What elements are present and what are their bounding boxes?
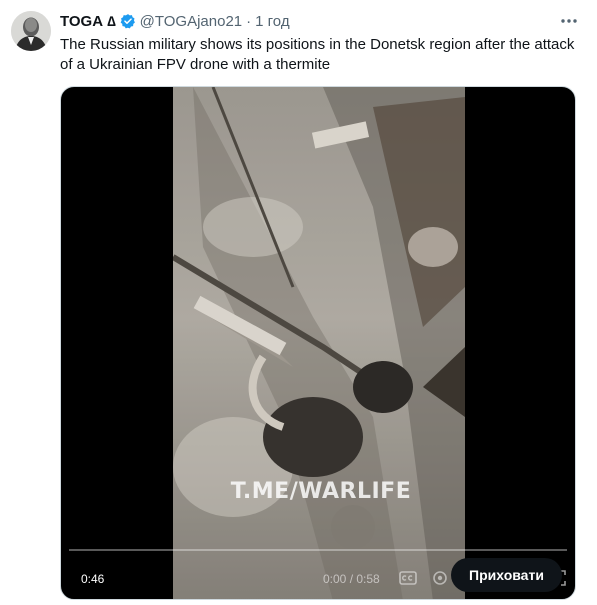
- tweet-header: TOGA ∆ @TOGAjano21 · 1 год: [60, 11, 290, 31]
- more-options-button[interactable]: [558, 10, 580, 32]
- video-frame[interactable]: [173, 87, 465, 600]
- verified-badge-icon: [120, 14, 135, 29]
- captions-icon[interactable]: [397, 567, 419, 589]
- video-player[interactable]: T.ME/WARLIFE 0:46 0:00 / 0:58 Приховати: [60, 86, 576, 600]
- author-handle[interactable]: @TOGAjano21: [140, 13, 243, 30]
- timestamp[interactable]: 1 год: [255, 13, 289, 30]
- duration-time: 0:00 / 0:58: [323, 572, 380, 586]
- more-icon: [561, 19, 577, 23]
- display-name[interactable]: TOGA: [60, 13, 103, 30]
- tweet-text: The Russian military shows its positions…: [60, 36, 575, 73]
- tweet-card: TOGA ∆ @TOGAjano21 · 1 год The Russian m…: [0, 0, 597, 605]
- name-glyph: ∆: [107, 13, 116, 29]
- elapsed-time: 0:46: [81, 572, 105, 586]
- video-watermark: T.ME/WARLIFE: [230, 479, 412, 504]
- hide-button[interactable]: Приховати: [451, 558, 562, 592]
- separator-dot: ·: [246, 12, 252, 30]
- settings-icon[interactable]: [429, 567, 451, 589]
- avatar[interactable]: [11, 11, 51, 51]
- progress-bar[interactable]: [69, 549, 567, 551]
